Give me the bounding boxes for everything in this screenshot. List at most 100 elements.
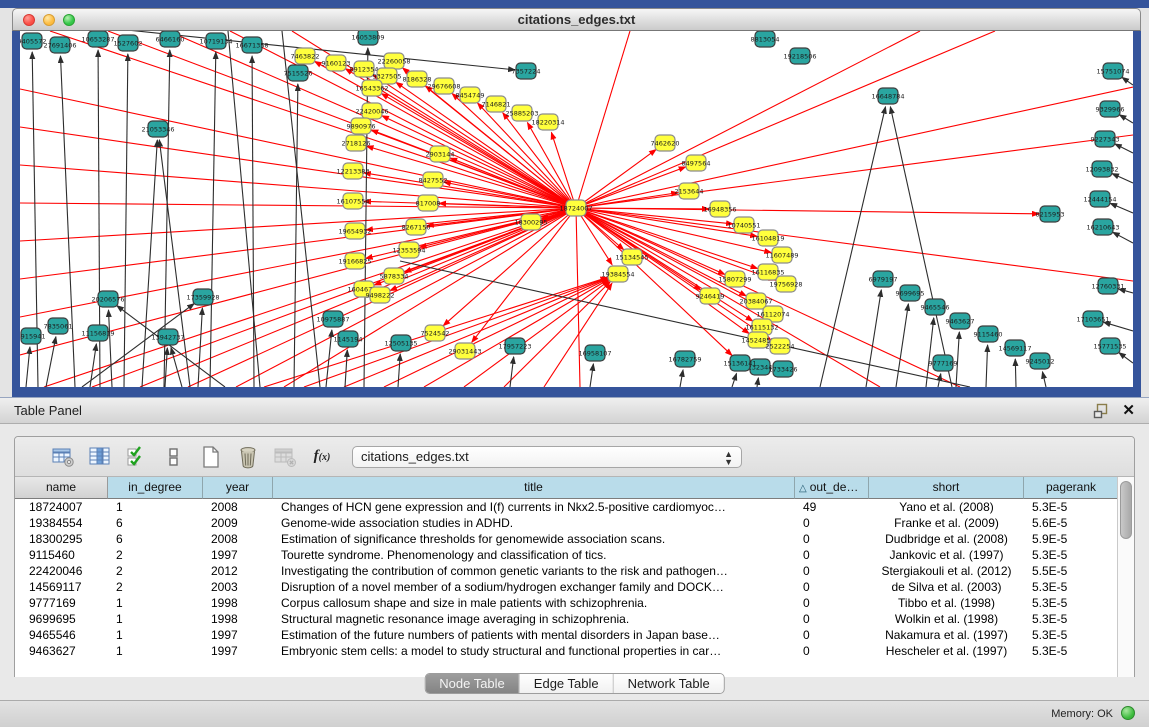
- citation-edge-red[interactable]: [464, 281, 609, 387]
- table-cell[interactable]: Franke et al. (2009): [869, 515, 1024, 531]
- citation-edge-red[interactable]: [20, 208, 576, 279]
- table-cell[interactable]: 5.3E-5: [1024, 643, 1119, 659]
- table-cell[interactable]: Tibbo et al. (1998): [869, 595, 1024, 611]
- table-cell[interactable]: 22420046: [15, 563, 108, 579]
- table-cell[interactable]: 5.3E-5: [1024, 595, 1119, 611]
- column-header-pagerank[interactable]: pagerank: [1024, 477, 1119, 499]
- table-cell[interactable]: Embryonic stem cells: a model to study s…: [273, 643, 795, 659]
- table-cell[interactable]: 19384554: [15, 515, 108, 531]
- table-cell[interactable]: 1: [108, 643, 203, 659]
- table-cell[interactable]: Genome-wide association studies in ADHD.: [273, 515, 795, 531]
- citation-edge-black[interactable]: [1112, 174, 1133, 183]
- citation-edge-black[interactable]: [210, 52, 216, 387]
- close-panel-icon[interactable]: ✕: [1122, 401, 1135, 419]
- citation-edge-black[interactable]: [398, 354, 400, 387]
- table-cell[interactable]: Disruption of a novel member of a sodium…: [273, 579, 795, 595]
- table-select-dropdown[interactable]: citations_edges.txt ▲▼: [352, 446, 742, 468]
- table-cell[interactable]: 2003: [203, 579, 273, 595]
- network-canvas[interactable]: 9405572276914061065328715276026466160107…: [20, 31, 1133, 387]
- float-panel-icon[interactable]: [1093, 403, 1109, 419]
- column-header-year[interactable]: year: [203, 477, 273, 499]
- table-cell[interactable]: Yano et al. (2008): [869, 499, 1024, 515]
- table-cell[interactable]: 2009: [203, 515, 273, 531]
- table-cell[interactable]: 0: [795, 515, 869, 531]
- citation-edge-red[interactable]: [424, 280, 608, 387]
- table-cell[interactable]: Estimation of significance thresholds fo…: [273, 531, 795, 547]
- table-cell[interactable]: 14569117: [15, 579, 108, 595]
- table-cell[interactable]: 0: [795, 611, 869, 627]
- citation-edge-black[interactable]: [1113, 232, 1133, 243]
- column-header-title[interactable]: title: [273, 477, 795, 499]
- table-cell[interactable]: 1: [108, 611, 203, 627]
- function-builder-icon[interactable]: f(x): [310, 445, 334, 469]
- citation-edge-red[interactable]: [367, 146, 576, 208]
- table-cell[interactable]: 2008: [203, 531, 273, 547]
- table-cell[interactable]: Tourette syndrome. Phenomenology and cla…: [273, 547, 795, 563]
- citation-edge-red[interactable]: [284, 208, 576, 387]
- citation-edge-red[interactable]: [236, 208, 576, 387]
- table-row[interactable]: 946362711997Embryonic stem cells: a mode…: [15, 643, 1119, 659]
- tab-node-table[interactable]: Node Table: [425, 674, 520, 693]
- citation-edge-black[interactable]: [866, 290, 881, 387]
- citation-edge-black[interactable]: [1119, 115, 1133, 123]
- column-header-out_de[interactable]: △out_de…: [795, 477, 869, 499]
- table-cell[interactable]: Structural magnetic resonance image aver…: [273, 611, 795, 627]
- table-cell[interactable]: 1998: [203, 595, 273, 611]
- table-cell[interactable]: 1: [108, 595, 203, 611]
- citation-edge-red[interactable]: [576, 208, 753, 321]
- citation-edge-black[interactable]: [1122, 77, 1133, 85]
- citation-edge-black[interactable]: [82, 304, 194, 387]
- table-cell[interactable]: 1: [108, 499, 203, 515]
- table-cell[interactable]: 2: [108, 579, 203, 595]
- table-cell[interactable]: 0: [795, 595, 869, 611]
- table-cell[interactable]: 0: [795, 531, 869, 547]
- create-column-icon[interactable]: [199, 445, 223, 469]
- citation-edge-black[interactable]: [294, 84, 298, 387]
- selected-rows-icon[interactable]: [125, 445, 149, 469]
- table-cell[interactable]: Changes of HCN gene expression and I(f) …: [273, 499, 795, 515]
- table-cell[interactable]: 5.3E-5: [1024, 547, 1119, 563]
- column-header-name[interactable]: name: [15, 477, 108, 499]
- table-row[interactable]: 1872400712008Changes of HCN gene express…: [15, 499, 1119, 515]
- table-cell[interactable]: Hescheler et al. (1997): [869, 643, 1024, 659]
- table-scrollbar[interactable]: [1117, 477, 1134, 677]
- table-row[interactable]: 969969511998Structural magnetic resonanc…: [15, 611, 1119, 627]
- table-cell[interactable]: 5.3E-5: [1024, 499, 1119, 515]
- citation-edge-black[interactable]: [345, 350, 347, 387]
- table-row[interactable]: 1456911722003Disruption of a novel membe…: [15, 579, 1119, 595]
- table-cell[interactable]: 9115460: [15, 547, 108, 563]
- table-cell[interactable]: 5.6E-5: [1024, 515, 1119, 531]
- table-cell[interactable]: 2012: [203, 563, 273, 579]
- citation-edge-black[interactable]: [252, 56, 254, 387]
- table-row[interactable]: 977716911998Corpus callosum shape and si…: [15, 595, 1119, 611]
- table-row[interactable]: 2242004622012Investigating the contribut…: [15, 563, 1119, 579]
- table-cell[interactable]: 0: [795, 579, 869, 595]
- table-cell[interactable]: de Silva et al. (2003): [869, 579, 1024, 595]
- table-cell[interactable]: Wolkin et al. (1998): [869, 611, 1024, 627]
- table-cell[interactable]: 1997: [203, 643, 273, 659]
- citation-edge-black[interactable]: [165, 348, 167, 387]
- citation-edge-black[interactable]: [757, 378, 758, 387]
- citation-edge-black[interactable]: [46, 337, 56, 387]
- citation-edge-black[interactable]: [108, 310, 112, 387]
- column-header-in_degree[interactable]: in_degree: [108, 477, 203, 499]
- citation-edge-black[interactable]: [124, 54, 128, 387]
- table-row[interactable]: 1830029562008Estimation of significance …: [15, 531, 1119, 547]
- table-cell[interactable]: Estimation of the future numbers of pati…: [273, 627, 795, 643]
- table-cell[interactable]: 1997: [203, 627, 273, 643]
- citation-edge-black[interactable]: [228, 31, 260, 387]
- citation-edge-red[interactable]: [576, 208, 1039, 214]
- citation-edge-black[interactable]: [1119, 353, 1133, 363]
- table-cell[interactable]: Nakamura et al. (1997): [869, 627, 1024, 643]
- table-cell[interactable]: 5.3E-5: [1024, 627, 1119, 643]
- table-cell[interactable]: 2: [108, 563, 203, 579]
- table-cell[interactable]: 1997: [203, 547, 273, 563]
- table-cell[interactable]: 6: [108, 531, 203, 547]
- table-cell[interactable]: Investigating the contribution of common…: [273, 563, 795, 579]
- table-cell[interactable]: 2: [108, 547, 203, 563]
- citation-edge-black[interactable]: [1110, 203, 1133, 213]
- citation-network-graph[interactable]: 9405572276914061065328715276026466160107…: [20, 31, 1133, 387]
- citation-edge-black[interactable]: [590, 364, 593, 387]
- tab-edge-table[interactable]: Edge Table: [520, 674, 614, 693]
- minimize-window-icon[interactable]: [43, 14, 55, 26]
